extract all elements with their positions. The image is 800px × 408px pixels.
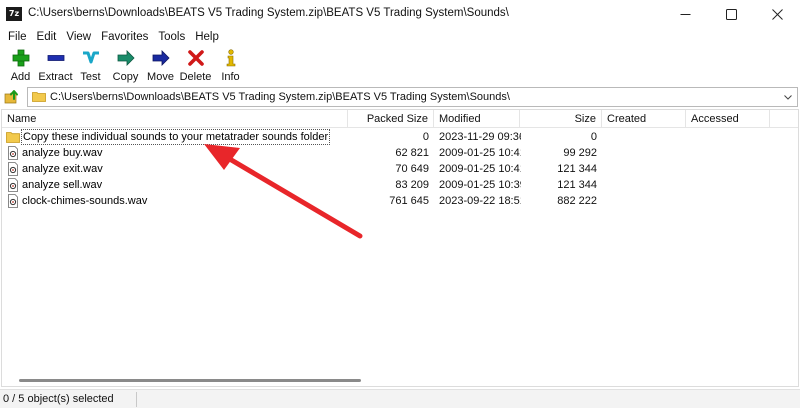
address-row: C:\Users\berns\Downloads\BEATS V5 Tradin… xyxy=(0,86,800,108)
app-icon: 7z xyxy=(6,7,22,21)
address-bar[interactable]: C:\Users\berns\Downloads\BEATS V5 Tradin… xyxy=(27,87,798,107)
maximize-button[interactable] xyxy=(708,0,754,28)
folder-up-icon[interactable] xyxy=(4,88,22,106)
wav-file-icon xyxy=(8,146,18,160)
test-icon xyxy=(82,51,99,64)
item-size: 121 344 xyxy=(557,163,597,175)
list-item[interactable]: Copy these individual sounds to your met… xyxy=(2,129,798,145)
test-label: Test xyxy=(80,71,101,83)
item-name: analyze buy.wav xyxy=(22,147,103,159)
minimize-button[interactable] xyxy=(662,0,708,28)
info-label: Info xyxy=(221,71,240,83)
menu-view[interactable]: View xyxy=(61,31,96,43)
maximize-icon xyxy=(725,8,737,20)
column-header-modified[interactable]: Modified xyxy=(434,110,520,128)
item-modified: 2009-01-25 10:39 xyxy=(439,179,521,191)
selection-status: 0 / 5 object(s) selected xyxy=(3,393,114,405)
close-button[interactable] xyxy=(754,0,800,28)
add-button[interactable]: Add xyxy=(3,46,38,84)
menu-help[interactable]: Help xyxy=(190,31,224,43)
extract-button[interactable]: Extract xyxy=(38,46,73,84)
delete-icon xyxy=(187,50,204,66)
folder-icon xyxy=(32,92,46,102)
item-size: 0 xyxy=(590,131,597,143)
column-header-size[interactable]: Size xyxy=(520,110,602,128)
column-header-created[interactable]: Created xyxy=(602,110,686,128)
list-header: Name Packed Size Modified Size Created A… xyxy=(2,110,798,128)
test-button[interactable]: Test xyxy=(73,46,108,84)
copy-label: Copy xyxy=(112,71,139,83)
status-divider xyxy=(136,392,137,407)
list-item[interactable]: analyze buy.wav 62 821 2009-01-25 10:41 … xyxy=(2,145,798,161)
item-name: Copy these individual sounds to your met… xyxy=(21,129,331,145)
move-icon xyxy=(152,50,170,66)
item-name: analyze sell.wav xyxy=(22,179,103,191)
column-header-packed-size[interactable]: Packed Size xyxy=(348,110,434,128)
window-title: C:\Users\berns\Downloads\BEATS V5 Tradin… xyxy=(28,7,509,19)
add-label: Add xyxy=(10,71,31,83)
list-item[interactable]: clock-chimes-sounds.wav 761 645 2023-09-… xyxy=(2,193,798,209)
move-label: Move xyxy=(147,71,174,83)
wav-file-icon xyxy=(8,194,18,208)
wav-file-icon xyxy=(8,178,18,192)
column-header-accessed[interactable]: Accessed xyxy=(686,110,770,128)
move-button[interactable]: Move xyxy=(143,46,178,84)
extract-icon xyxy=(47,55,64,61)
delete-label: Delete xyxy=(179,71,212,83)
item-packed-size: 0 xyxy=(422,131,429,143)
menu-bar: File Edit View Favorites Tools Help xyxy=(0,28,800,46)
menu-tools[interactable]: Tools xyxy=(153,31,190,43)
item-packed-size: 62 821 xyxy=(395,147,429,159)
item-modified: 2009-01-25 10:41 xyxy=(439,147,521,159)
copy-button[interactable]: Copy xyxy=(108,46,143,84)
info-button[interactable]: Info xyxy=(213,46,248,84)
title-bar: 7z C:\Users\berns\Downloads\BEATS V5 Tra… xyxy=(0,0,800,28)
item-modified: 2009-01-25 10:41 xyxy=(439,163,521,175)
close-icon xyxy=(771,8,783,20)
info-icon xyxy=(226,49,235,67)
horizontal-scrollbar[interactable] xyxy=(19,379,361,382)
item-packed-size: 761 645 xyxy=(389,195,429,207)
item-packed-size: 83 209 xyxy=(395,179,429,191)
list-item[interactable]: analyze sell.wav 83 209 2009-01-25 10:39… xyxy=(2,177,798,193)
item-name: analyze exit.wav xyxy=(22,163,103,175)
status-bar: 0 / 5 object(s) selected xyxy=(0,389,800,408)
item-name: clock-chimes-sounds.wav xyxy=(22,195,148,207)
menu-file[interactable]: File xyxy=(3,31,32,43)
item-size: 882 222 xyxy=(557,195,597,207)
menu-favorites[interactable]: Favorites xyxy=(96,31,153,43)
wav-file-icon xyxy=(8,162,18,176)
item-modified: 2023-11-29 09:36 xyxy=(439,131,521,143)
column-header-name[interactable]: Name xyxy=(2,110,348,128)
file-list[interactable]: Name Packed Size Modified Size Created A… xyxy=(1,109,799,387)
item-packed-size: 70 649 xyxy=(395,163,429,175)
chevron-down-icon[interactable] xyxy=(783,92,793,102)
copy-icon xyxy=(117,50,135,66)
item-size: 99 292 xyxy=(563,147,597,159)
menu-edit[interactable]: Edit xyxy=(32,31,62,43)
minimize-icon xyxy=(680,13,690,15)
item-modified: 2023-09-22 18:51 xyxy=(439,195,521,207)
list-item[interactable]: analyze exit.wav 70 649 2009-01-25 10:41… xyxy=(2,161,798,177)
folder-icon xyxy=(6,132,20,143)
add-icon xyxy=(12,49,29,67)
extract-label: Extract xyxy=(38,71,73,83)
item-size: 121 344 xyxy=(557,179,597,191)
address-path: C:\Users\berns\Downloads\BEATS V5 Tradin… xyxy=(50,91,510,103)
delete-button[interactable]: Delete xyxy=(178,46,213,84)
toolbar: Add Extract Test Copy Move Delete Info xyxy=(0,46,800,84)
